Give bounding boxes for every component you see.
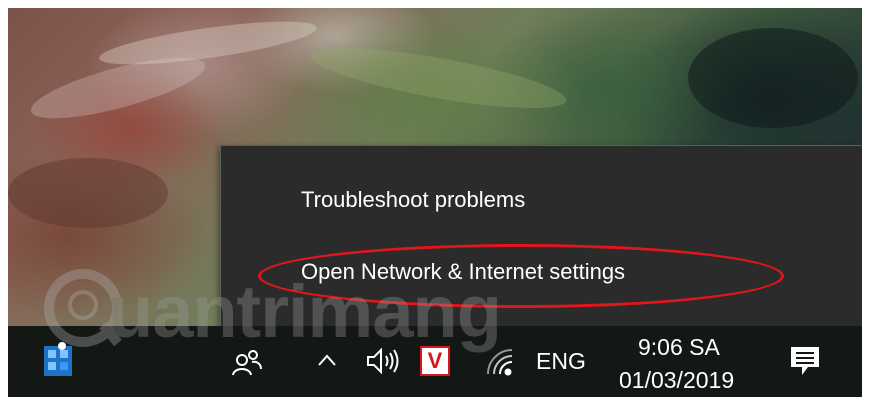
wifi-icon[interactable] (480, 344, 516, 378)
action-center-icon[interactable] (788, 344, 822, 378)
v-app-icon[interactable]: V (420, 346, 450, 376)
people-icon[interactable] (230, 346, 264, 378)
menu-item-troubleshoot[interactable]: Troubleshoot problems (301, 187, 525, 213)
speaker-icon[interactable] (364, 346, 402, 376)
taskbar: V ENG 9:06 SA 01/03/2019 (8, 326, 862, 397)
chevron-up-icon[interactable] (316, 350, 338, 372)
language-indicator[interactable]: ENG (536, 348, 586, 375)
network-context-menu: Troubleshoot problems Open Network & Int… (220, 145, 862, 329)
clock-date[interactable]: 01/03/2019 (619, 367, 734, 394)
app-cube-icon[interactable] (40, 340, 76, 380)
clock-time[interactable]: 9:06 SA (638, 334, 720, 361)
menu-item-open-network-settings[interactable]: Open Network & Internet settings (301, 259, 625, 285)
screenshot-frame: Troubleshoot problems Open Network & Int… (8, 8, 862, 397)
v-app-label: V (427, 348, 443, 373)
